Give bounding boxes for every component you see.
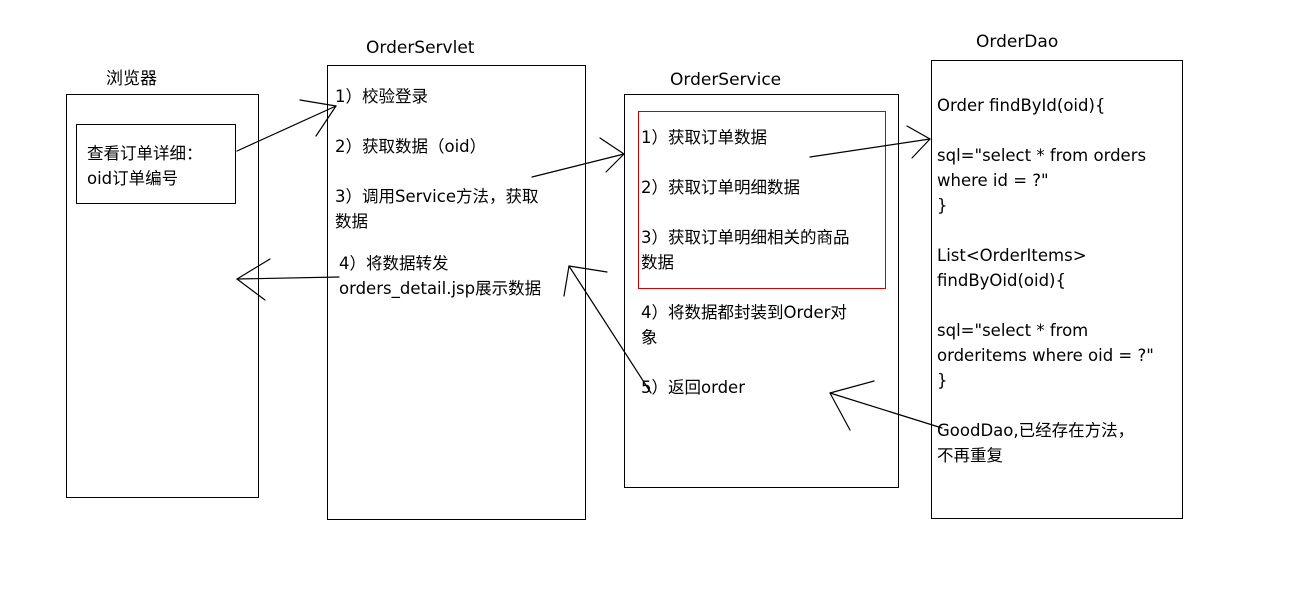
arrow-servlet-to-browser <box>236 258 340 301</box>
arrow-browser-to-servlet <box>236 99 337 152</box>
arrows-layer <box>236 99 943 431</box>
arrow-service-to-dao <box>809 125 931 159</box>
arrow-service-to-servlet <box>563 265 652 394</box>
arrow-servlet-to-service <box>531 137 625 178</box>
arrow-dao-to-service <box>829 380 943 431</box>
